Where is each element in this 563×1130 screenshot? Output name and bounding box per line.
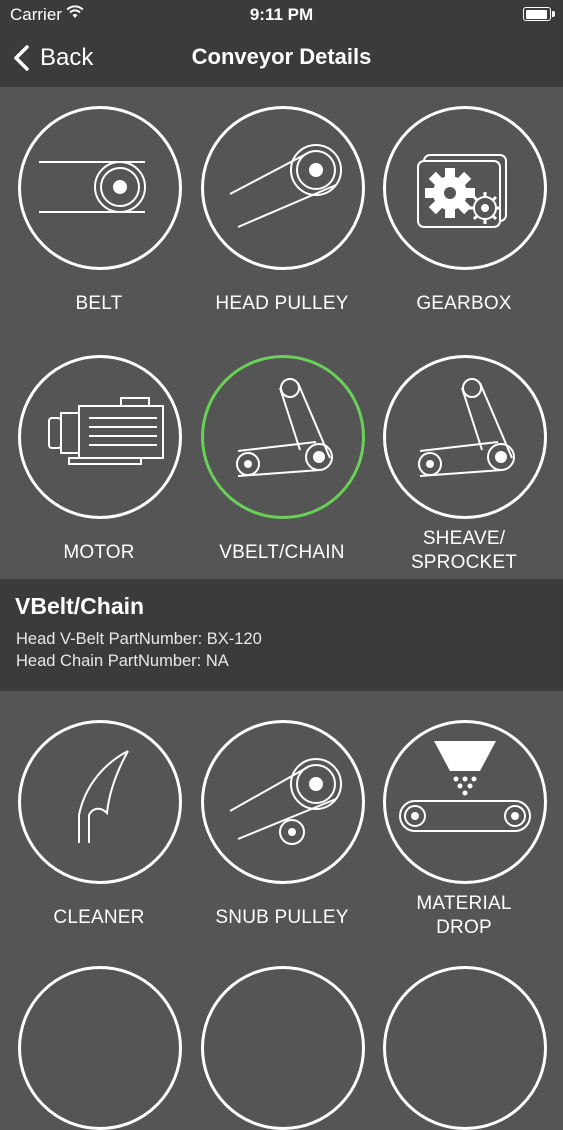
tile-label: HEAD PULLEY xyxy=(215,293,349,314)
clock: 9:11 PM xyxy=(249,5,314,24)
detail-vbelt-part-number: Head V-Belt PartNumber: BX-120 xyxy=(16,630,262,648)
tile-label-line-2: DROP xyxy=(436,917,492,938)
tile-label: VBELT/CHAIN xyxy=(219,542,345,563)
material-drop-icon xyxy=(383,720,547,884)
vbelt-chain-icon xyxy=(201,355,365,519)
tile-label-line-1: MATERIAL xyxy=(416,893,512,914)
tile-label: GEARBOX xyxy=(416,293,512,314)
partial-tile-icon xyxy=(18,966,182,1130)
detail-title: VBelt/Chain xyxy=(15,593,145,619)
partial-tile-icon xyxy=(201,966,365,1130)
motor-icon xyxy=(18,355,182,519)
status-bar: Carrier 9:11 PM xyxy=(0,0,563,30)
tile-label: SNUB PULLEY xyxy=(215,907,349,928)
detail-chain-part-number: Head Chain PartNumber: NA xyxy=(16,652,229,670)
navigation-bar: Back Conveyor Details xyxy=(0,30,563,87)
tile-label: BELT xyxy=(75,293,123,314)
tile-label: MOTOR xyxy=(63,542,135,563)
detail-panel: VBelt/Chain Head V-Belt PartNumber: BX-1… xyxy=(0,579,563,691)
head-pulley-icon xyxy=(201,106,365,270)
partial-tile-icon xyxy=(383,966,547,1130)
battery-icon xyxy=(523,7,555,21)
snub-pulley-icon xyxy=(201,720,365,884)
gearbox-icon xyxy=(383,106,547,270)
belt-icon xyxy=(18,106,182,270)
tile-label: CLEANER xyxy=(53,907,145,928)
cleaner-icon xyxy=(18,720,182,884)
page-title: Conveyor Details xyxy=(191,44,372,69)
tile-label-line-2: SPROCKET xyxy=(410,552,518,573)
sheave-sprocket-icon xyxy=(383,355,547,519)
tile-label-line-1: SHEAVE/ xyxy=(422,528,506,549)
